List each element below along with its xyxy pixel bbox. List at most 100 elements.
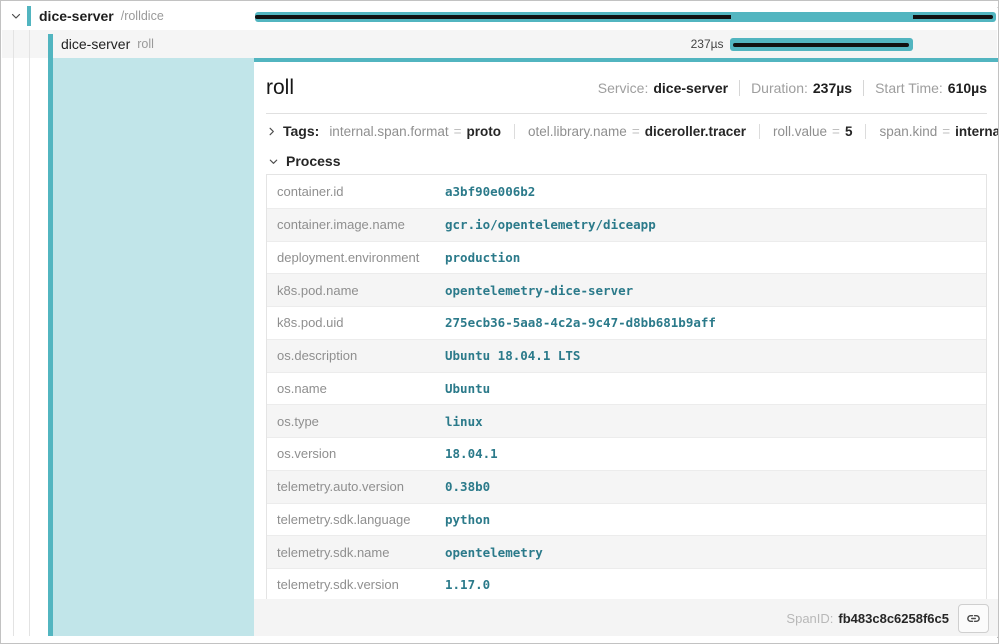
kv-value: 18.04.1 [445, 446, 986, 461]
kv-value: 275ecb36-5aa8-4c2a-9c47-d8bb681b9aff [445, 315, 986, 330]
tag-key: roll.value [773, 124, 827, 139]
tag-value: 5 [845, 124, 853, 139]
span-bar-roll[interactable] [730, 38, 914, 51]
bottom-spacer [2, 636, 997, 642]
span-row-rolldice-name-cell[interactable]: dice-server /rolldice [2, 2, 254, 30]
critical-path-segment [913, 15, 992, 19]
tag-pair: roll.value = 5 [759, 124, 865, 139]
kv-key: k8s.pod.name [267, 283, 445, 298]
duration-value: 237µs [813, 80, 852, 96]
table-row: os.typelinux [267, 404, 986, 437]
span-row-rolldice-timeline [254, 2, 997, 30]
duration-label: Duration: [751, 80, 808, 96]
table-row: k8s.pod.nameopentelemetry-dice-server [267, 273, 986, 306]
copy-link-button[interactable] [958, 604, 989, 633]
span-summary: Service: dice-server Duration: 237µs Sta… [598, 80, 987, 96]
table-row: container.image.namegcr.io/opentelemetry… [267, 208, 986, 241]
tags-accordion[interactable]: Tags: internal.span.format = proto otel.… [266, 114, 987, 148]
tag-key: otel.library.name [528, 124, 627, 139]
table-row: k8s.pod.uid275ecb36-5aa8-4c2a-9c47-d8bb6… [267, 306, 986, 339]
summary-divider [739, 80, 740, 96]
link-icon [965, 610, 982, 627]
process-label: Process [286, 153, 340, 169]
table-row: os.version18.04.1 [267, 437, 986, 470]
table-row: telemetry.sdk.languagepython [267, 503, 986, 536]
kv-key: os.type [267, 414, 445, 429]
kv-value: linux [445, 414, 986, 429]
span-row-roll[interactable]: dice-server roll 237µs [2, 30, 997, 58]
operation-name: /rolldice [121, 9, 164, 23]
tag-equals: = [454, 124, 462, 139]
service-label: Service: [598, 80, 649, 96]
tag-equals: = [832, 124, 840, 139]
selected-span-gutter-fill [53, 58, 254, 638]
kv-key: os.description [267, 348, 445, 363]
process-kv-table: container.ida3bf90e006b2 container.image… [266, 174, 987, 600]
tag-pair: span.kind = internal [865, 124, 999, 139]
service-name: dice-server [61, 36, 130, 52]
kv-key: k8s.pod.uid [267, 315, 445, 330]
critical-path-segment [255, 15, 730, 19]
kv-value: gcr.io/opentelemetry/diceapp [445, 217, 986, 232]
table-row: deployment.environmentproduction [267, 241, 986, 274]
kv-value: 0.38b0 [445, 479, 986, 494]
span-title: roll [266, 76, 294, 100]
chevron-down-icon[interactable] [266, 154, 280, 168]
table-row: telemetry.auto.version0.38b0 [267, 470, 986, 503]
span-id-value: fb483c8c6258f6c5 [838, 611, 949, 626]
summary-divider [863, 80, 864, 96]
kv-key: telemetry.sdk.language [267, 512, 445, 527]
kv-value: python [445, 512, 986, 527]
span-duration-label: 237µs [254, 30, 724, 58]
table-row: container.ida3bf90e006b2 [267, 175, 986, 208]
span-detail-footer: SpanID: fb483c8c6258f6c5 [254, 599, 999, 638]
kv-key: container.id [267, 184, 445, 199]
span-row-roll-name-cell[interactable]: dice-server roll [2, 30, 254, 58]
chevron-down-icon[interactable] [9, 9, 23, 23]
kv-value: opentelemetry-dice-server [445, 283, 986, 298]
kv-key: telemetry.sdk.version [267, 577, 445, 592]
tag-equals: = [632, 124, 640, 139]
service-value: dice-server [653, 80, 728, 96]
kv-value: production [445, 250, 986, 265]
tag-value: proto [467, 124, 502, 139]
service-name: dice-server [39, 8, 114, 24]
span-row-roll-timeline: 237µs [254, 30, 997, 58]
table-row: os.nameUbuntu [267, 372, 986, 405]
trace-view: dice-server /rolldice dice-server roll 2… [0, 0, 999, 644]
kv-value: Ubuntu 18.04.1 LTS [445, 348, 986, 363]
kv-key: telemetry.auto.version [267, 479, 445, 494]
tag-key: internal.span.format [329, 124, 448, 139]
kv-key: os.version [267, 446, 445, 461]
table-row: telemetry.sdk.version1.17.0 [267, 568, 986, 600]
kv-key: telemetry.sdk.name [267, 545, 445, 560]
chevron-right-icon[interactable] [266, 124, 277, 138]
indent-guide [13, 30, 14, 638]
kv-value: opentelemetry [445, 545, 986, 560]
start-time-value: 610µs [948, 80, 987, 96]
span-detail-header: roll Service: dice-server Duration: 237µ… [266, 62, 987, 114]
tags-label: Tags: [283, 123, 319, 139]
kv-key: os.name [267, 381, 445, 396]
tag-value: internal [955, 124, 999, 139]
indent-guide [29, 30, 30, 638]
start-time-label: Start Time: [875, 80, 943, 96]
process-accordion[interactable]: Process [266, 148, 987, 174]
kv-key: container.image.name [267, 217, 445, 232]
tag-key: span.kind [879, 124, 937, 139]
table-row: telemetry.sdk.nameopentelemetry [267, 535, 986, 568]
kv-value: a3bf90e006b2 [445, 184, 986, 199]
tag-value: diceroller.tracer [645, 124, 746, 139]
critical-path-segment [733, 43, 909, 47]
span-color-block [27, 6, 31, 26]
kv-value: 1.17.0 [445, 577, 986, 592]
operation-name: roll [137, 37, 154, 51]
span-id-label: SpanID: [786, 611, 833, 626]
tag-pair: internal.span.format = proto [327, 124, 514, 139]
tag-pair: otel.library.name = diceroller.tracer [514, 124, 759, 139]
kv-key: deployment.environment [267, 250, 445, 265]
span-bar-rolldice[interactable] [255, 12, 995, 22]
table-row: os.descriptionUbuntu 18.04.1 LTS [267, 339, 986, 372]
span-detail-panel: roll Service: dice-server Duration: 237µ… [254, 58, 999, 638]
span-row-rolldice[interactable]: dice-server /rolldice [2, 2, 997, 30]
